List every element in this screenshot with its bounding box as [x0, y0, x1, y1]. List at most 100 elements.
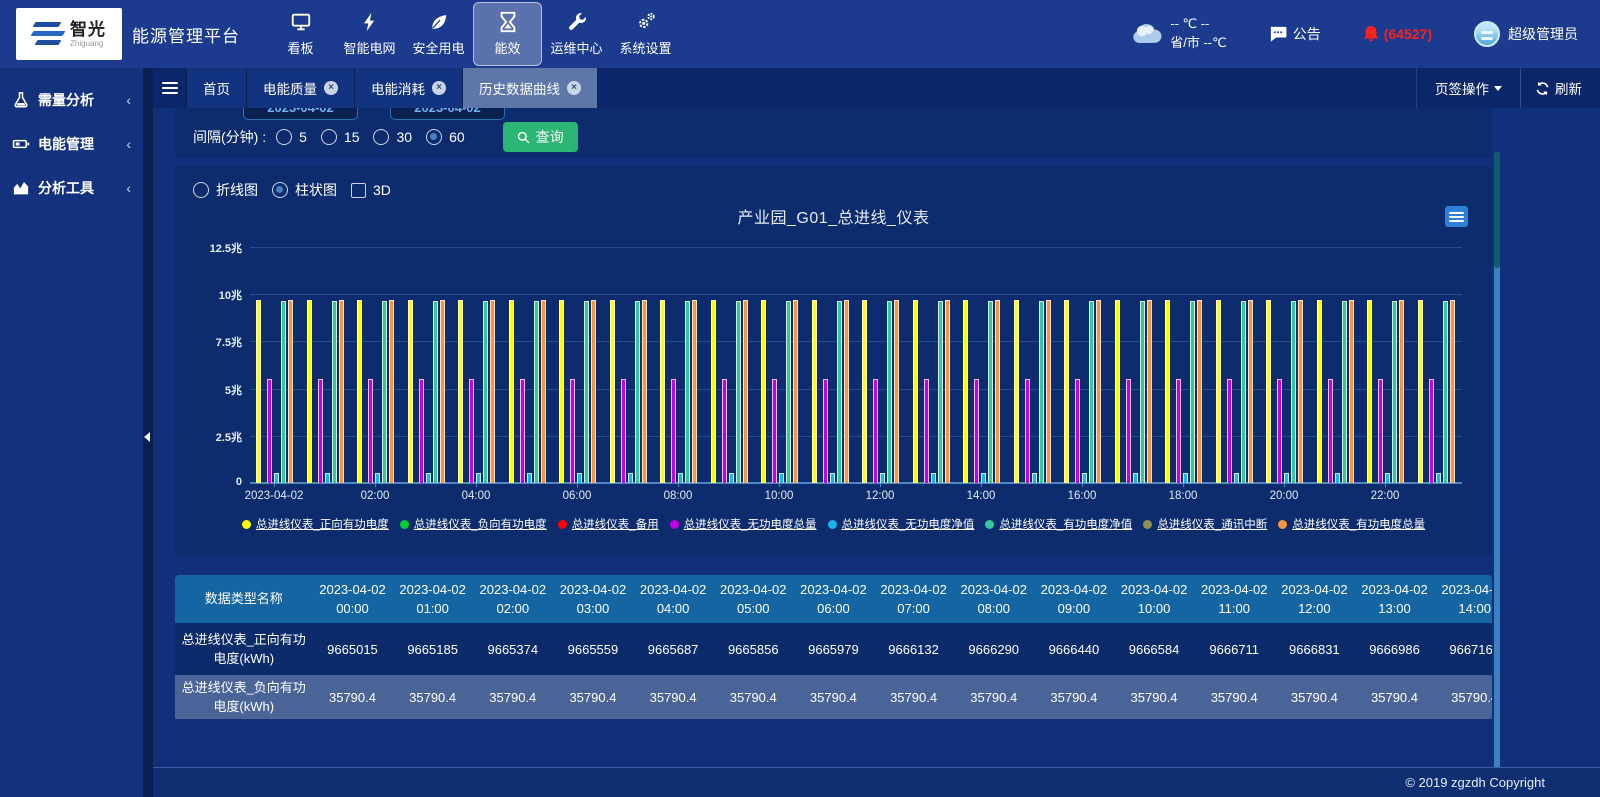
sidebar-item-demand-analysis[interactable]: 需量分析‹: [0, 78, 143, 122]
bar-总进线仪表_有功电度净值: [1241, 301, 1246, 483]
nav-item-safe-power[interactable]: 安全用电: [404, 2, 473, 66]
nav-item-sys-settings[interactable]: 系统设置: [611, 2, 680, 66]
legend-item[interactable]: 总进线仪表_负向有功电度: [400, 516, 547, 532]
legend-label: 总进线仪表_通讯中断: [1157, 516, 1267, 532]
chart-export-menu-button[interactable]: [1445, 206, 1468, 227]
bar-总进线仪表_有功电度净值: [382, 301, 387, 483]
x-axis-tick-label: 06:00: [563, 490, 592, 502]
bar-总进线仪表_无功电度净值: [1133, 473, 1138, 483]
bolt-icon: [359, 11, 381, 33]
sidebar-item-energy-mgmt[interactable]: 电能管理‹: [0, 122, 143, 166]
start-date-input[interactable]: 2023-04-02: [243, 108, 358, 120]
radio-icon: [272, 182, 288, 198]
bar-总进线仪表_负向有功电度: [1172, 482, 1174, 483]
table-cell: 9665374: [473, 623, 553, 675]
legend-item[interactable]: 总进线仪表_通讯中断: [1143, 516, 1267, 532]
interval-option-60[interactable]: 60: [426, 129, 465, 145]
bar-总进线仪表_无功电度净值: [1032, 473, 1037, 483]
bar-总进线仪表_有功电度净值: [584, 301, 589, 483]
tab-历史数据曲线[interactable]: 历史数据曲线×: [463, 68, 598, 108]
table-col-header: 2023-04-0206:00: [793, 575, 873, 623]
vertical-scrollbar[interactable]: [1494, 152, 1500, 785]
x-axis-tick: [981, 483, 982, 487]
table-col-header: 2023-04-0207:00: [874, 575, 954, 623]
bar-group-23:00: [1418, 300, 1455, 483]
bar-总进线仪表_无功电度总量: [1277, 379, 1282, 483]
weather-widget[interactable]: -- ℃ -- 省/市 --℃: [1130, 15, 1226, 53]
table-col-header: 2023-04-0209:00: [1034, 575, 1114, 623]
tab-电能消耗[interactable]: 电能消耗×: [355, 68, 463, 108]
tab-首页[interactable]: 首页: [187, 68, 247, 108]
monitor-icon: [290, 11, 312, 33]
bar-group-01:00: [307, 300, 344, 483]
interval-row: 间隔(分钟) : 5153060 查询: [193, 122, 578, 152]
tab-menu-button[interactable]: [153, 68, 187, 108]
tab-电能质量[interactable]: 电能质量 ×: [247, 68, 355, 108]
legend-item[interactable]: 总进线仪表_无功电度净值: [828, 516, 975, 532]
bar-总进线仪表_正向有功电度: [1418, 300, 1423, 483]
bar-总进线仪表_负向有功电度: [1374, 482, 1376, 483]
table-cell: 9666986: [1354, 623, 1434, 675]
bar-总进线仪表_无功电度总量: [722, 379, 727, 483]
bar-总进线仪表_负向有功电度: [566, 482, 568, 483]
bar-总进线仪表_无功电度净值: [527, 473, 532, 483]
page-content: 2023-04-02 2023-04-02 间隔(分钟) : 5153060 查…: [153, 108, 1600, 767]
legend-item[interactable]: 总进线仪表_正向有功电度: [242, 516, 389, 532]
tab-close-icon[interactable]: ×: [567, 81, 581, 95]
query-button[interactable]: 查询: [503, 122, 578, 152]
chevron-down-icon: [1494, 86, 1502, 91]
nav-item-energy-eff[interactable]: 能效: [473, 2, 542, 66]
interval-option-30[interactable]: 30: [373, 129, 412, 145]
bar-总进线仪表_有功电度净值: [685, 301, 690, 483]
legend-item[interactable]: 总进线仪表_有功电度净值: [985, 516, 1132, 532]
alarm-button[interactable]: (64527): [1363, 25, 1432, 43]
table-cell: 9665015: [312, 623, 392, 675]
chart-type-option-折线图[interactable]: 折线图: [193, 180, 258, 200]
legend-item[interactable]: 总进线仪表_无功电度总量: [670, 516, 817, 532]
legend-dot-icon: [1143, 520, 1152, 529]
sidebar-item-analysis-tools[interactable]: 分析工具‹: [0, 166, 143, 210]
bar-总进线仪表_有功电度净值: [736, 301, 741, 483]
bar-总进线仪表_无功电度总量: [1328, 379, 1333, 483]
data-table-panel: 数据类型名称 2023-04-0200:002023-04-0201:00202…: [175, 575, 1492, 721]
bar-总进线仪表_有功电度净值: [1443, 301, 1448, 483]
interval-option-5[interactable]: 5: [276, 129, 307, 145]
legend-item[interactable]: 总进线仪表_有功电度总量: [1278, 516, 1425, 532]
bar-总进线仪表_有功电度总量: [288, 300, 293, 483]
tab-operations-dropdown[interactable]: 页签操作: [1416, 68, 1520, 108]
legend-item[interactable]: 总进线仪表_备用: [558, 516, 659, 532]
tab-close-icon[interactable]: ×: [432, 81, 446, 95]
notice-button[interactable]: 公告: [1269, 24, 1321, 44]
chevron-left-icon: ‹: [126, 180, 131, 196]
table-row: 总进线仪表_负向有功电度(kWh)35790.435790.435790.435…: [175, 675, 1492, 719]
end-date-input[interactable]: 2023-04-02: [390, 108, 505, 120]
bar-总进线仪表_负向有功电度: [314, 482, 316, 483]
bar-group-00:00: [256, 300, 293, 483]
sidebar-collapse-strip[interactable]: [143, 68, 153, 797]
legend-label: 总进线仪表_无功电度净值: [842, 516, 975, 532]
bar-总进线仪表_负向有功电度: [263, 482, 265, 483]
bar-总进线仪表_有功电度净值: [332, 301, 337, 483]
legend-label: 总进线仪表_无功电度总量: [684, 516, 817, 532]
collapse-handle-icon[interactable]: [144, 432, 150, 442]
nav-item-smart-grid[interactable]: 智能电网: [335, 2, 404, 66]
bar-总进线仪表_无功电度净值: [1082, 473, 1087, 483]
bar-总进线仪表_无功电度总量: [1075, 379, 1080, 483]
chart-type-option-柱状图[interactable]: 柱状图: [272, 180, 337, 200]
chart-type-label: 柱状图: [295, 180, 337, 200]
interval-option-15[interactable]: 15: [321, 129, 360, 145]
refresh-button[interactable]: 刷新: [1520, 68, 1600, 108]
sidebar-item-label: 分析工具: [38, 178, 126, 198]
nav-item-kanban[interactable]: 看板: [266, 2, 335, 66]
chart-3d-checkbox[interactable]: 3D: [351, 182, 391, 198]
tab-close-icon[interactable]: ×: [324, 81, 338, 95]
nav-item-ops-center[interactable]: 运维中心: [542, 2, 611, 66]
x-axis-tick-label: 18:00: [1169, 490, 1198, 502]
scrollbar-thumb[interactable]: [1494, 152, 1500, 268]
bar-总进线仪表_有功电度净值: [281, 301, 286, 483]
user-menu[interactable]: 超级管理员: [1474, 21, 1578, 47]
radio-icon: [373, 129, 389, 145]
bar-总进线仪表_有功电度总量: [894, 300, 899, 483]
bar-总进线仪表_负向有功电度: [768, 482, 770, 483]
tab-label: 电能质量: [263, 78, 317, 98]
